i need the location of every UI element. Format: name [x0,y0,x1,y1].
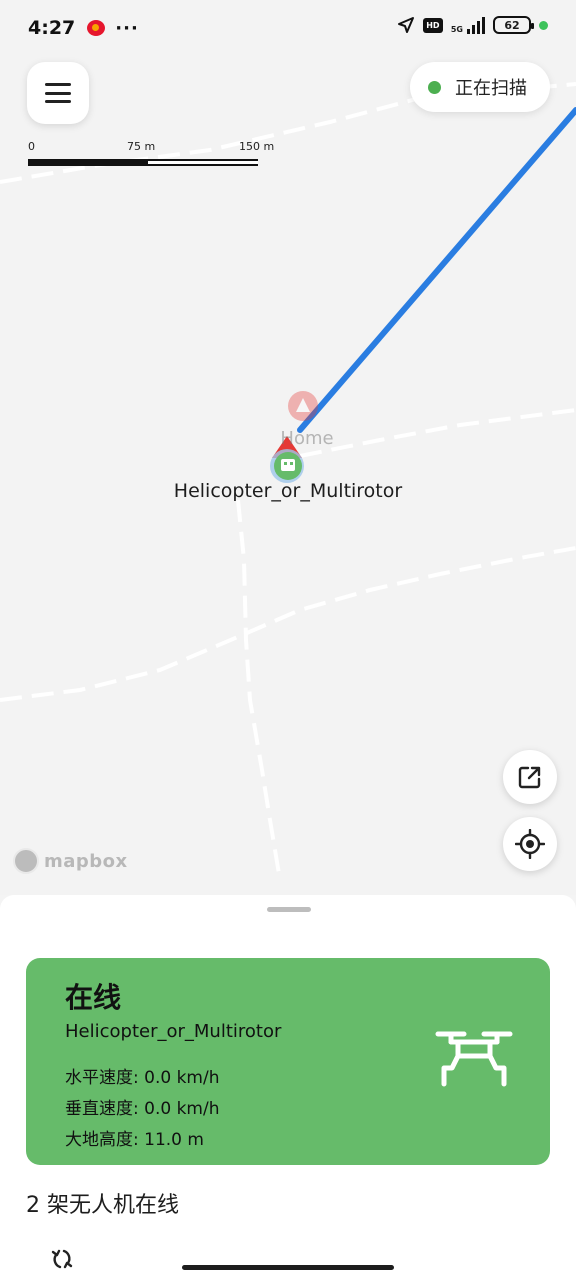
scan-status-dot [428,80,441,94]
home-label: Home [280,428,334,449]
horizontal-speed: 水平速度: 0.0 km/h [65,1068,220,1088]
altitude: 大地高度: 11.0 m [65,1130,204,1150]
share-button[interactable] [503,750,557,804]
drone-name: Helicopter_or_Multirotor [65,1021,282,1042]
mapbox-wordmark: mapbox [44,850,128,872]
scale-label-0: 0 [28,140,35,153]
map-scale-bar: 0 75 m 150 m [28,140,278,170]
charging-dot [539,20,548,30]
scan-status-chip[interactable]: 正在扫描 [410,62,550,112]
more-notifications-icon: ··· [115,17,139,39]
online-drone-count: 2 架无人机在线 [26,1193,179,1218]
scale-label-75: 75 m [127,140,156,153]
status-time: 4:27 [28,17,76,39]
network-type-label: 5G [450,24,463,34]
sheet-drag-handle[interactable] [267,907,311,912]
refresh-icon[interactable] [50,1247,74,1271]
drone-map-label: Helicopter_or_Multirotor [173,480,403,502]
scan-status-label: 正在扫描 [455,78,527,99]
hd-voice-icon: HD [422,17,443,33]
crosshair-icon [515,829,545,859]
mapbox-attribution[interactable]: mapbox [13,848,128,874]
home-marker [288,391,318,421]
drone-card[interactable]: 在线 Helicopter_or_Multirotor 水平速度: 0.0 km… [26,958,550,1165]
locate-me-button[interactable] [503,817,557,871]
location-arrow-icon [397,17,414,33]
hamburger-icon [45,83,71,103]
status-bar: 4:27 ··· HD 5G 62 [0,0,576,56]
map-view[interactable]: Home Helicopter_or_Multirotor 正在扫描 0 75 … [0,0,576,895]
vertical-speed: 垂直速度: 0.0 km/h [65,1099,220,1119]
weibo-notification-icon [87,20,106,36]
battery-icon: 62 [493,16,534,34]
drone-online-status: 在线 [65,981,122,1014]
mapbox-logo-icon [13,848,39,874]
drone-icon [435,1031,513,1087]
home-indicator[interactable] [182,1265,394,1270]
bottom-sheet: 在线 Helicopter_or_Multirotor 水平速度: 0.0 km… [0,895,576,1280]
flight-track [297,107,576,433]
menu-button[interactable] [27,62,89,124]
signal-icon: 5G [450,16,485,34]
scale-label-150: 150 m [239,140,275,153]
external-link-icon [518,766,541,789]
